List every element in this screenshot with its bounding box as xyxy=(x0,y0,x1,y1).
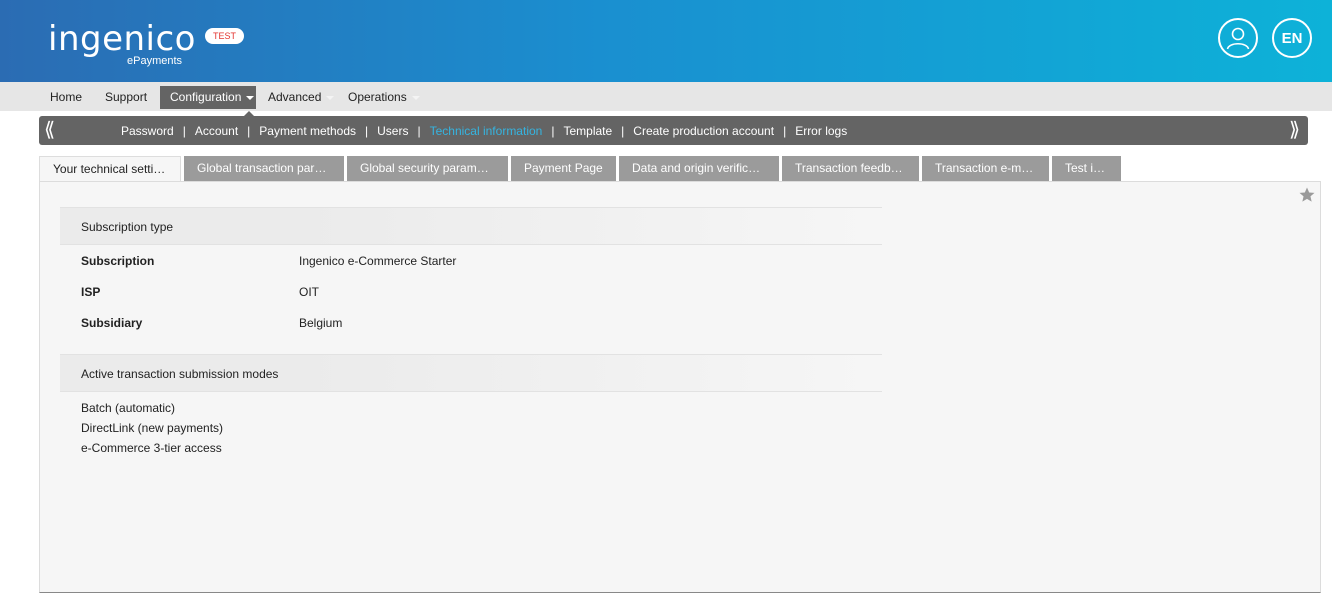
submenu-separator: | xyxy=(247,123,251,138)
submenu-separator: | xyxy=(783,123,787,138)
app-header: ingenico ePayments TEST EN xyxy=(0,0,1332,82)
submenu-item-create-production-account[interactable]: Create production account xyxy=(633,124,774,138)
menu-item-support[interactable]: Support xyxy=(95,86,157,109)
user-icon xyxy=(1226,27,1250,50)
tab-test-info[interactable]: Test info xyxy=(1052,156,1121,181)
chevron-down-icon xyxy=(246,95,255,100)
menu-item-label: Home xyxy=(50,90,83,104)
environment-badge: TEST xyxy=(205,28,244,44)
main-menu: Home Support Configuration Advanced Oper… xyxy=(0,82,1332,111)
submenu-item-password[interactable]: Password xyxy=(121,124,174,138)
section-active-submission-modes: Active transaction submission modes xyxy=(60,354,882,392)
menu-item-operations[interactable]: Operations xyxy=(338,86,430,109)
list-item: e-Commerce 3-tier access xyxy=(81,441,222,455)
submenu-items: Password | Account | Payment methods | U… xyxy=(121,116,847,145)
row-value: OIT xyxy=(299,285,319,299)
tab-global-transaction-parameters[interactable]: Global transaction para… xyxy=(184,156,344,181)
menu-item-advanced[interactable]: Advanced xyxy=(258,86,344,109)
tab-transaction-feedback[interactable]: Transaction feedback xyxy=(782,156,919,181)
settings-tabs: Your technical settings Global transacti… xyxy=(39,156,1124,181)
submenu-item-template[interactable]: Template xyxy=(563,124,612,138)
language-button[interactable]: EN xyxy=(1272,18,1312,58)
row-value: Belgium xyxy=(299,316,343,330)
chevron-down-icon xyxy=(411,95,420,100)
tab-payment-page[interactable]: Payment Page xyxy=(511,156,616,181)
user-account-button[interactable] xyxy=(1218,18,1258,58)
double-chevron-right-icon[interactable]: ⟫ xyxy=(1289,119,1300,141)
menu-item-label: Support xyxy=(105,90,148,104)
menu-item-label: Configuration xyxy=(170,90,242,104)
submenu-item-users[interactable]: Users xyxy=(377,124,408,138)
ingenico-logo[interactable]: ingenico ePayments xyxy=(48,19,196,67)
logo-main-text: ingenico xyxy=(48,19,196,59)
section-subscription-type: Subscription type xyxy=(60,207,882,245)
submenu-separator: | xyxy=(365,123,369,138)
star-icon[interactable] xyxy=(1298,186,1316,204)
row-value: Ingenico e-Commerce Starter xyxy=(299,254,457,268)
submenu-item-error-logs[interactable]: Error logs xyxy=(795,124,847,138)
menu-item-label: Operations xyxy=(348,90,407,104)
technical-settings-panel: Subscription type Subscription Ingenico … xyxy=(39,181,1321,593)
submenu-item-payment-methods[interactable]: Payment methods xyxy=(259,124,356,138)
row-label: ISP xyxy=(81,285,101,299)
submenu-bar: ⟪ Password | Account | Payment methods |… xyxy=(39,116,1308,145)
row-label: Subsidiary xyxy=(81,316,143,330)
menu-item-home[interactable]: Home xyxy=(40,86,92,109)
submenu-separator: | xyxy=(417,123,421,138)
submenu-item-technical-information[interactable]: Technical information xyxy=(430,124,543,138)
double-chevron-left-icon[interactable]: ⟪ xyxy=(44,119,55,141)
submenu-separator: | xyxy=(182,123,186,138)
submenu-item-account[interactable]: Account xyxy=(195,124,238,138)
list-item: Batch (automatic) xyxy=(81,401,176,415)
submenu-separator: | xyxy=(551,123,555,138)
chevron-down-icon xyxy=(326,95,335,100)
tab-transaction-emails[interactable]: Transaction e-mails xyxy=(922,156,1049,181)
tab-your-technical-settings[interactable]: Your technical settings xyxy=(39,156,181,181)
row-label: Subscription xyxy=(81,254,155,268)
menu-item-label: Advanced xyxy=(268,90,322,104)
list-item: DirectLink (new payments) xyxy=(81,421,224,435)
menu-item-configuration[interactable]: Configuration xyxy=(160,86,256,109)
tab-global-security-parameters[interactable]: Global security paramet… xyxy=(347,156,508,181)
submenu-separator: | xyxy=(621,123,625,138)
tab-data-origin-verification[interactable]: Data and origin verificat… xyxy=(619,156,779,181)
logo-sub-text: ePayments xyxy=(127,55,183,67)
